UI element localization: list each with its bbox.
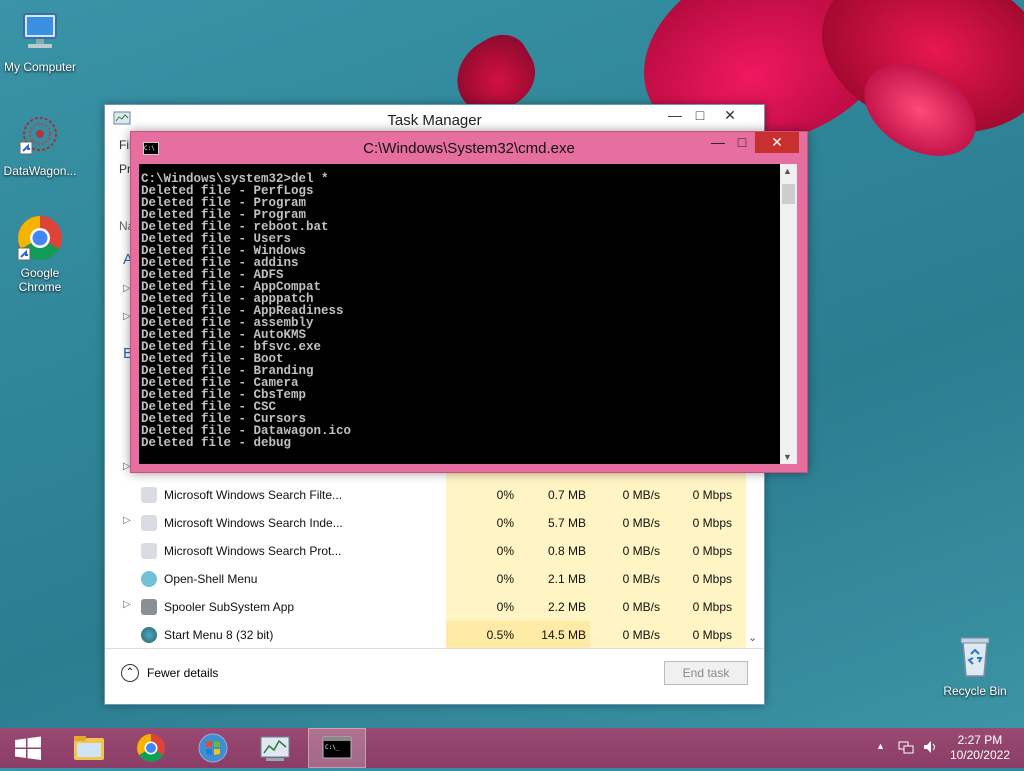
process-name: Spooler SubSystem App xyxy=(164,600,295,614)
maximize-button[interactable]: □ xyxy=(685,105,715,125)
console-line: Deleted file - debug xyxy=(141,436,292,450)
end-task-button[interactable]: End task xyxy=(664,661,748,685)
cmd-icon: C:\_ xyxy=(322,736,352,759)
console-output[interactable]: C:\Windows\system32>del * Deleted file - … xyxy=(139,164,780,464)
console-scrollbar[interactable]: ▲ ▼ xyxy=(780,164,797,464)
desktop-icon-label: My Computer xyxy=(3,60,77,74)
desktop-icon-label: DataWagon... xyxy=(3,164,77,178)
process-network: 0 Mbps xyxy=(664,537,736,565)
process-network: 0 Mbps xyxy=(664,481,736,509)
expand-arrow-icon[interactable]: ▷ xyxy=(123,599,131,610)
computer-icon xyxy=(16,8,64,56)
scroll-down-arrow-icon[interactable]: ▼ xyxy=(783,452,792,462)
process-cpu: 0% xyxy=(446,593,518,621)
svg-text:C:\_: C:\_ xyxy=(325,744,340,751)
user-process-icon xyxy=(141,543,157,559)
desktop-icon-label: Google Chrome xyxy=(18,266,62,294)
fewer-details-label: Fewer details xyxy=(147,666,219,680)
printer-icon xyxy=(141,599,157,615)
process-cpu: 0% xyxy=(446,537,518,565)
desktop-icon-my-computer[interactable]: My Computer xyxy=(0,8,80,74)
process-name: Microsoft Windows Search Filte... xyxy=(164,488,343,502)
clock-time: 2:27 PM xyxy=(957,733,1003,747)
process-disk: 0 MB/s xyxy=(590,537,664,565)
console-text: C:\Windows\system32>del * Deleted file - … xyxy=(139,164,780,450)
process-cpu: 0% xyxy=(446,565,518,593)
scroll-up-arrow-icon[interactable]: ▲ xyxy=(783,166,792,176)
task-manager-icon xyxy=(260,736,290,761)
user-process-icon xyxy=(141,515,157,531)
process-memory: 0.8 MB xyxy=(518,537,590,565)
process-disk: 0 MB/s xyxy=(590,481,664,509)
close-button[interactable]: ✕ xyxy=(755,132,799,153)
maximize-button[interactable]: □ xyxy=(727,132,757,152)
start-button[interactable] xyxy=(0,728,58,768)
taskbar-chrome[interactable] xyxy=(122,728,180,768)
chrome-icon xyxy=(16,214,64,262)
windows-logo-icon xyxy=(15,736,41,760)
taskbar-cmd[interactable]: C:\_ xyxy=(308,728,366,768)
system-clock[interactable]: 2:27 PM 10/20/2022 xyxy=(950,733,1010,763)
taskbar: C:\_ ▲ 2:27 PM 10/20/2022 xyxy=(0,728,1024,768)
expand-arrow-icon[interactable]: ▷ xyxy=(123,515,131,526)
folder-icon xyxy=(74,736,104,760)
taskbar-file-explorer[interactable] xyxy=(60,728,118,768)
process-memory: 2.1 MB xyxy=(518,565,590,593)
process-disk: 0 MB/s xyxy=(590,565,664,593)
taskbar-windows-orb[interactable] xyxy=(184,728,242,768)
cmd-titlebar[interactable]: C:\ C:\Windows\System32\cmd.exe — □ ✕ xyxy=(131,132,807,164)
process-disk: 0 MB/s xyxy=(590,593,664,621)
start-menu-icon xyxy=(141,627,157,643)
process-row[interactable]: ▷ Microsoft Windows Search Inde... 0% 5.… xyxy=(105,509,746,537)
process-name: Start Menu 8 (32 bit) xyxy=(164,628,274,642)
windows-orb-icon xyxy=(198,733,228,763)
process-cpu: 0% xyxy=(446,481,518,509)
scrollbar-thumb[interactable] xyxy=(782,184,795,204)
process-memory: 5.7 MB xyxy=(518,509,590,537)
process-cpu: 0.5% xyxy=(446,621,518,649)
scroll-down-arrow-icon[interactable]: ⌄ xyxy=(748,631,757,644)
close-button[interactable]: ✕ xyxy=(715,105,745,125)
process-name: Microsoft Windows Search Prot... xyxy=(164,544,342,558)
taskbar-task-manager[interactable] xyxy=(246,728,304,768)
volume-icon[interactable] xyxy=(922,739,938,758)
process-name: Open-Shell Menu xyxy=(164,572,258,586)
fewer-details-button[interactable]: ⌃ Fewer details xyxy=(121,664,218,682)
process-memory: 14.5 MB xyxy=(518,621,590,649)
process-row[interactable]: Microsoft Windows Search Filte... 0% 0.7… xyxy=(105,481,746,509)
process-network: 0 Mbps xyxy=(664,593,736,621)
process-network: 0 Mbps xyxy=(664,565,736,593)
datawagon-logo-icon xyxy=(16,112,64,160)
process-disk: 0 MB/s xyxy=(590,621,664,649)
process-memory: 2.2 MB xyxy=(518,593,590,621)
process-cpu: 0% xyxy=(446,509,518,537)
cmd-window[interactable]: C:\ C:\Windows\System32\cmd.exe — □ ✕ C:… xyxy=(130,131,808,473)
shell-icon xyxy=(141,571,157,587)
process-row[interactable]: ▷ Spooler SubSystem App 0% 2.2 MB 0 MB/s… xyxy=(105,593,746,621)
user-process-icon xyxy=(141,487,157,503)
process-network: 0 Mbps xyxy=(664,509,736,537)
task-manager-footer: ⌃ Fewer details End task xyxy=(105,648,764,704)
show-hidden-icons-arrow-icon[interactable]: ▲ xyxy=(876,741,885,751)
process-memory: 0.7 MB xyxy=(518,481,590,509)
desktop-icon-recycle-bin[interactable]: Recycle Bin xyxy=(935,632,1015,698)
chevron-up-icon: ⌃ xyxy=(121,664,139,682)
clock-date: 10/20/2022 xyxy=(949,748,1010,762)
network-icon[interactable] xyxy=(898,739,914,758)
process-row[interactable]: Microsoft Windows Search Prot... 0% 0.8 … xyxy=(105,537,746,565)
process-network: 0 Mbps xyxy=(664,621,736,649)
process-row[interactable]: Open-Shell Menu 0% 2.1 MB 0 MB/s 0 Mbps xyxy=(105,565,746,593)
recycle-bin-icon xyxy=(951,632,999,680)
desktop-icon-google-chrome[interactable]: Google Chrome xyxy=(0,214,80,294)
process-disk: 0 MB/s xyxy=(590,509,664,537)
process-list-scrollbar[interactable]: ⌄ xyxy=(746,478,762,648)
desktop-icon-label: Recycle Bin xyxy=(943,684,1007,698)
process-row[interactable]: Start Menu 8 (32 bit) 0.5% 14.5 MB 0 MB/… xyxy=(105,621,746,649)
desktop-icon-datawagon[interactable]: DataWagon... xyxy=(0,112,80,178)
chrome-icon xyxy=(137,734,165,762)
process-name: Microsoft Windows Search Inde... xyxy=(164,516,343,530)
task-manager-titlebar[interactable]: Task Manager — □ ✕ xyxy=(105,105,764,133)
